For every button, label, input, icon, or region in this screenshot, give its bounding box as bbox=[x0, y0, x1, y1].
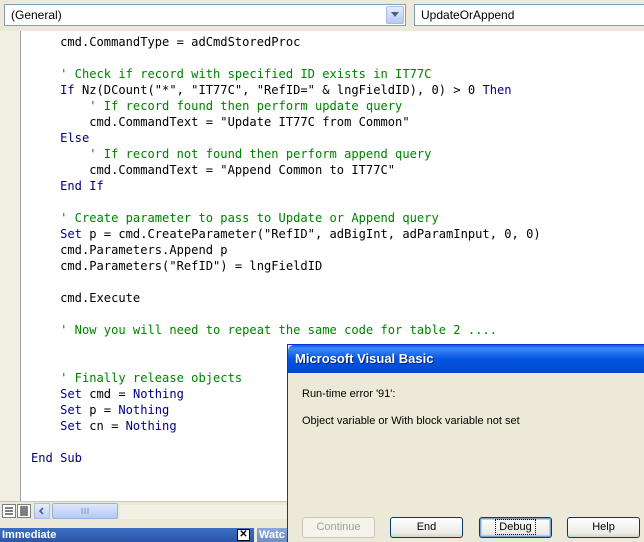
scroll-track[interactable] bbox=[120, 505, 290, 519]
code-line[interactable]: End If bbox=[31, 178, 541, 194]
code-line[interactable]: Set p = cmd.CreateParameter("RefID", adB… bbox=[31, 226, 541, 242]
code-line[interactable] bbox=[31, 194, 541, 210]
continue-button[interactable]: Continue bbox=[302, 517, 375, 538]
object-combo[interactable]: (General) bbox=[4, 4, 406, 26]
code-line[interactable]: cmd.CommandType = adCmdStoredProc bbox=[31, 34, 541, 50]
code-line[interactable] bbox=[31, 50, 541, 66]
code-line[interactable]: cmd.CommandText = "Update IT77C from Com… bbox=[31, 114, 541, 130]
error-dialog: Microsoft Visual Basic Run-time error '9… bbox=[287, 344, 644, 542]
code-line[interactable]: cmd.Parameters("RefID") = lngFieldID bbox=[31, 258, 541, 274]
procedure-combo[interactable]: UpdateOrAppend bbox=[414, 4, 644, 26]
scroll-left-arrow-icon[interactable] bbox=[34, 503, 50, 519]
full-module-view-icon[interactable] bbox=[17, 504, 31, 518]
close-icon[interactable]: ✕ bbox=[237, 529, 250, 541]
code-line[interactable]: cmd.Parameters.Append p bbox=[31, 242, 541, 258]
code-line[interactable]: ' Create parameter to pass to Update or … bbox=[31, 210, 541, 226]
chevron-down-icon[interactable] bbox=[386, 6, 404, 24]
end-button[interactable]: End bbox=[390, 517, 463, 538]
code-line[interactable] bbox=[31, 306, 541, 322]
code-line[interactable]: cmd.Execute bbox=[31, 290, 541, 306]
code-line[interactable]: ' If record not found then perform appen… bbox=[31, 146, 541, 162]
code-line[interactable]: ' Check if record with specified ID exis… bbox=[31, 66, 541, 82]
error-message-text: Object variable or With block variable n… bbox=[302, 415, 520, 427]
code-window-toolbar: (General) UpdateOrAppend bbox=[0, 0, 644, 31]
dialog-title[interactable]: Microsoft Visual Basic bbox=[288, 345, 644, 373]
horizontal-scrollbar[interactable] bbox=[0, 501, 290, 521]
code-line[interactable]: ' If record found then perform update qu… bbox=[31, 98, 541, 114]
code-line[interactable]: Else bbox=[31, 130, 541, 146]
help-button[interactable]: Help bbox=[567, 517, 640, 538]
debug-button[interactable]: Debug bbox=[479, 517, 552, 538]
code-line[interactable] bbox=[31, 274, 541, 290]
code-line[interactable]: ' Now you will need to repeat the same c… bbox=[31, 322, 541, 338]
margin-indicator-bar[interactable] bbox=[0, 31, 21, 501]
immediate-window-title[interactable]: Immediate bbox=[0, 528, 254, 542]
procedure-view-icon[interactable] bbox=[2, 504, 16, 518]
code-line[interactable]: If Nz(DCount("*", "IT77C", "RefID=" & ln… bbox=[31, 82, 541, 98]
error-code-text: Run-time error '91': bbox=[302, 388, 396, 400]
code-line[interactable]: cmd.CommandText = "Append Common to IT77… bbox=[31, 162, 541, 178]
scroll-thumb[interactable] bbox=[52, 503, 118, 519]
object-combo-value: (General) bbox=[11, 8, 62, 22]
procedure-combo-value: UpdateOrAppend bbox=[421, 8, 515, 22]
